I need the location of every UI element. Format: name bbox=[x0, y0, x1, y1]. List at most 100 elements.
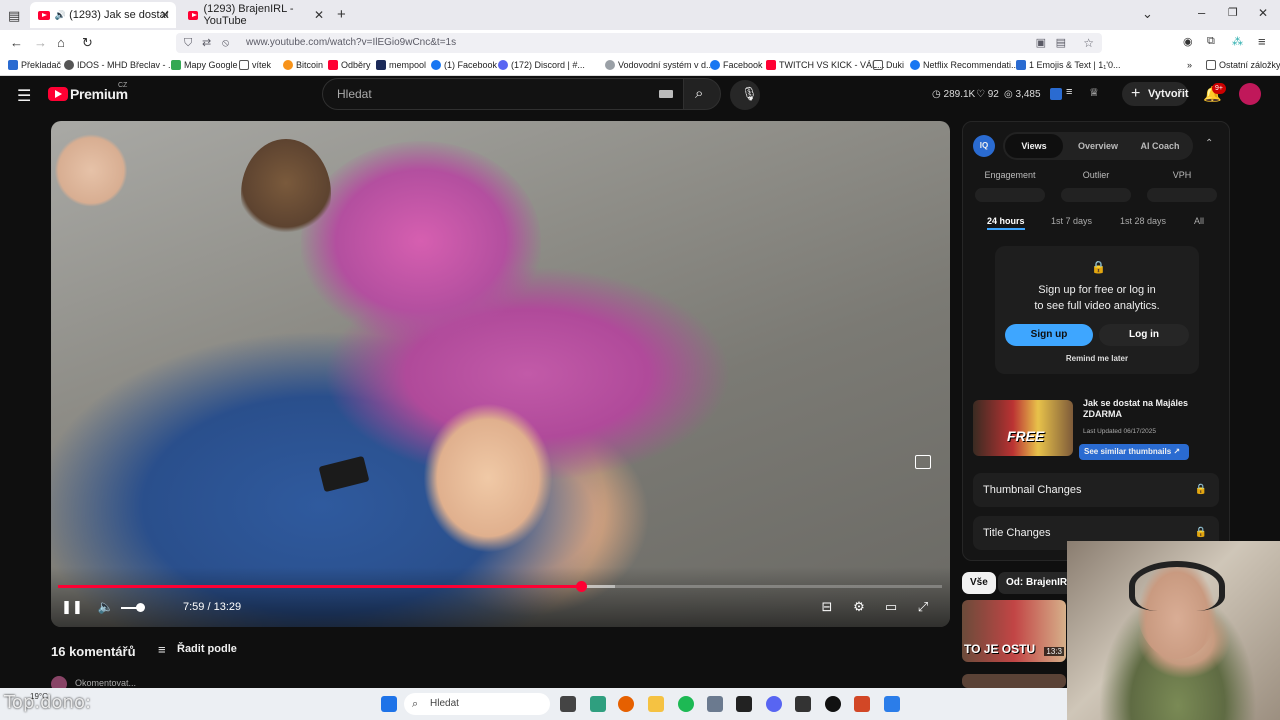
hamburger-menu-icon[interactable]: ☰ bbox=[17, 86, 31, 106]
youtube-logo-icon[interactable] bbox=[48, 87, 68, 101]
tab-list-icon[interactable]: ▤ bbox=[8, 8, 20, 24]
see-similar-thumbnails-button[interactable]: See similar thumbnails ↗ bbox=[1079, 444, 1189, 460]
range-24-hours[interactable]: 24 hours bbox=[987, 216, 1025, 230]
bookmark-item[interactable]: (172) Discord | #... bbox=[498, 60, 585, 70]
sort-button[interactable]: Řadit podle bbox=[177, 643, 237, 655]
tab-brajenirl[interactable]: (1293) BrajenIRL - YouTube ✕ bbox=[180, 2, 330, 28]
fullscreen-icon[interactable]: ⤢ bbox=[912, 599, 934, 617]
window-close-button[interactable]: ✕ bbox=[1258, 6, 1268, 20]
obs-icon[interactable] bbox=[795, 696, 811, 712]
widgets-icon[interactable] bbox=[590, 696, 606, 712]
puzzle-icon[interactable]: ⧉ bbox=[1207, 35, 1215, 48]
related-video-thumbnail[interactable] bbox=[962, 674, 1066, 688]
other-bookmarks[interactable]: Ostatní záložky bbox=[1206, 60, 1280, 70]
avatar[interactable] bbox=[1239, 83, 1261, 105]
calculator-icon[interactable] bbox=[707, 696, 723, 712]
bookmark-item[interactable]: Překladač bbox=[8, 60, 61, 70]
bookmark-star-icon[interactable]: ☆ bbox=[1083, 33, 1094, 53]
tab-active[interactable]: 🔊 (1293) Jak se dostat na Maj ✕ bbox=[30, 2, 176, 28]
new-tab-button[interactable]: + bbox=[337, 6, 346, 23]
settings-gear-icon[interactable]: ⚙ bbox=[848, 599, 870, 617]
bookmarks-overflow-icon[interactable]: » bbox=[1187, 60, 1192, 70]
keyboard-icon[interactable] bbox=[659, 90, 673, 98]
reader-icon[interactable]: ▤ bbox=[1056, 33, 1066, 53]
search-icon: ⌕ bbox=[412, 698, 419, 710]
notepad-icon[interactable] bbox=[884, 696, 900, 712]
extension-2-icon[interactable]: ⁂ bbox=[1232, 35, 1243, 48]
mute-icon[interactable]: ⦸ bbox=[222, 33, 229, 53]
taskbar-search[interactable]: ⌕ Hledat bbox=[404, 693, 550, 715]
file-explorer-icon[interactable] bbox=[648, 696, 664, 712]
bookmark-item[interactable]: Netflix Recommendati... bbox=[910, 60, 1019, 70]
vidiq-icon[interactable] bbox=[1050, 88, 1062, 100]
home-icon[interactable]: ⌂ bbox=[57, 35, 65, 50]
app-icon[interactable] bbox=[825, 696, 841, 712]
collapse-chevron-icon[interactable]: ⌃ bbox=[1205, 138, 1213, 149]
sort-icon[interactable]: ≡ bbox=[158, 642, 166, 657]
list-icon[interactable]: ≡ bbox=[1066, 86, 1072, 98]
bookmark-item[interactable]: Odběry bbox=[328, 60, 371, 70]
reload-icon[interactable]: ↻ bbox=[82, 35, 93, 51]
tab-overflow-chevron-icon[interactable]: ⌄ bbox=[1142, 6, 1153, 22]
video-player[interactable]: ❚❚ 🔈 7:59 / 13:29 ⊟ ⚙ ▭ ⤢ bbox=[51, 121, 950, 627]
menu-icon[interactable]: ≡ bbox=[1258, 34, 1266, 49]
range-all[interactable]: All bbox=[1194, 216, 1204, 226]
minimize-button[interactable]: – bbox=[1198, 5, 1205, 20]
bookmark-item[interactable]: 1 Emojis & Text | 1₁'0... bbox=[1016, 60, 1120, 70]
bookmark-item[interactable]: Facebook bbox=[710, 60, 763, 70]
row-label: Thumbnail Changes bbox=[983, 484, 1082, 496]
bookmark-item[interactable]: Vodovodní systém v d... bbox=[605, 60, 714, 70]
back-icon[interactable]: ← bbox=[10, 35, 23, 50]
maximize-button[interactable]: ❐ bbox=[1228, 6, 1238, 19]
range-first-7-days[interactable]: 1st 7 days bbox=[1051, 216, 1092, 226]
tab-overview[interactable]: Overview bbox=[1067, 134, 1129, 158]
volume-icon[interactable]: 🔈 bbox=[95, 599, 117, 617]
bookmark-item[interactable]: TWITCH VS KICK - VÁL... bbox=[766, 60, 885, 70]
login-button[interactable]: Log in bbox=[1099, 324, 1189, 346]
pip-icon[interactable]: ▣ bbox=[1036, 33, 1046, 53]
forward-icon[interactable]: → bbox=[34, 35, 47, 50]
comment-input[interactable]: Okomentovat... bbox=[75, 678, 136, 688]
miniplayer-icon[interactable] bbox=[915, 455, 931, 469]
related-video-thumbnail[interactable]: TO JE OSTU 13:3 bbox=[962, 600, 1066, 662]
search-input[interactable]: Hledat bbox=[322, 78, 684, 110]
tab-views[interactable]: Views bbox=[1005, 134, 1063, 158]
trophy-icon[interactable]: ♕ bbox=[1089, 86, 1099, 99]
search-button[interactable]: ⌕ bbox=[683, 78, 721, 110]
person-head bbox=[241, 139, 331, 249]
bookmark-item[interactable]: mempool bbox=[376, 60, 426, 70]
start-button-icon[interactable] bbox=[381, 696, 397, 712]
firefox-icon[interactable] bbox=[618, 696, 634, 712]
extension-icon[interactable]: ◉ bbox=[1183, 35, 1193, 48]
bookmark-folder[interactable]: Duki bbox=[873, 60, 904, 70]
permissions-icon[interactable]: ⇄ bbox=[202, 33, 211, 53]
bookmark-item[interactable]: Mapy Google bbox=[171, 60, 238, 70]
capcut-icon[interactable] bbox=[736, 696, 752, 712]
bookmark-item[interactable]: IDOS - MHD Břeclav - ... bbox=[64, 60, 176, 70]
video-thumbnail[interactable]: FREE bbox=[973, 400, 1073, 456]
shield-icon: ⛉ bbox=[184, 37, 193, 49]
discord-icon[interactable] bbox=[766, 696, 782, 712]
bookmark-item[interactable]: Bitcoin bbox=[283, 60, 323, 70]
task-view-icon[interactable] bbox=[560, 696, 576, 712]
theater-mode-icon[interactable]: ▭ bbox=[880, 599, 902, 617]
spotify-icon[interactable] bbox=[678, 696, 694, 712]
address-bar[interactable]: ⛉ ⇄ ⦸ www.youtube.com/watch?v=IlEGio9wCn… bbox=[176, 33, 1102, 53]
powerpoint-icon[interactable] bbox=[854, 696, 870, 712]
signup-button[interactable]: Sign up bbox=[1005, 324, 1093, 346]
bookmark-folder[interactable]: vítek bbox=[239, 60, 271, 70]
create-button[interactable]: + Vytvořit bbox=[1122, 82, 1189, 106]
thumbnail-changes-row[interactable]: Thumbnail Changes 🔒 bbox=[973, 473, 1219, 507]
metric-value-blurred bbox=[1147, 188, 1217, 202]
close-icon[interactable]: ✕ bbox=[314, 8, 324, 22]
bookmark-item[interactable]: (1) Facebook bbox=[431, 60, 497, 70]
range-first-28-days[interactable]: 1st 28 days bbox=[1120, 216, 1166, 226]
chip-all[interactable]: Vše bbox=[962, 572, 996, 594]
close-icon[interactable]: ✕ bbox=[160, 8, 170, 22]
subtitles-icon[interactable]: ⊟ bbox=[816, 599, 838, 617]
pause-icon[interactable]: ❚❚ bbox=[61, 599, 83, 617]
volume-handle[interactable] bbox=[136, 603, 145, 612]
tab-ai-coach[interactable]: AI Coach bbox=[1129, 134, 1191, 158]
voice-search-button[interactable]: 🎙 bbox=[730, 80, 760, 110]
remind-later-link[interactable]: Remind me later bbox=[995, 354, 1199, 363]
